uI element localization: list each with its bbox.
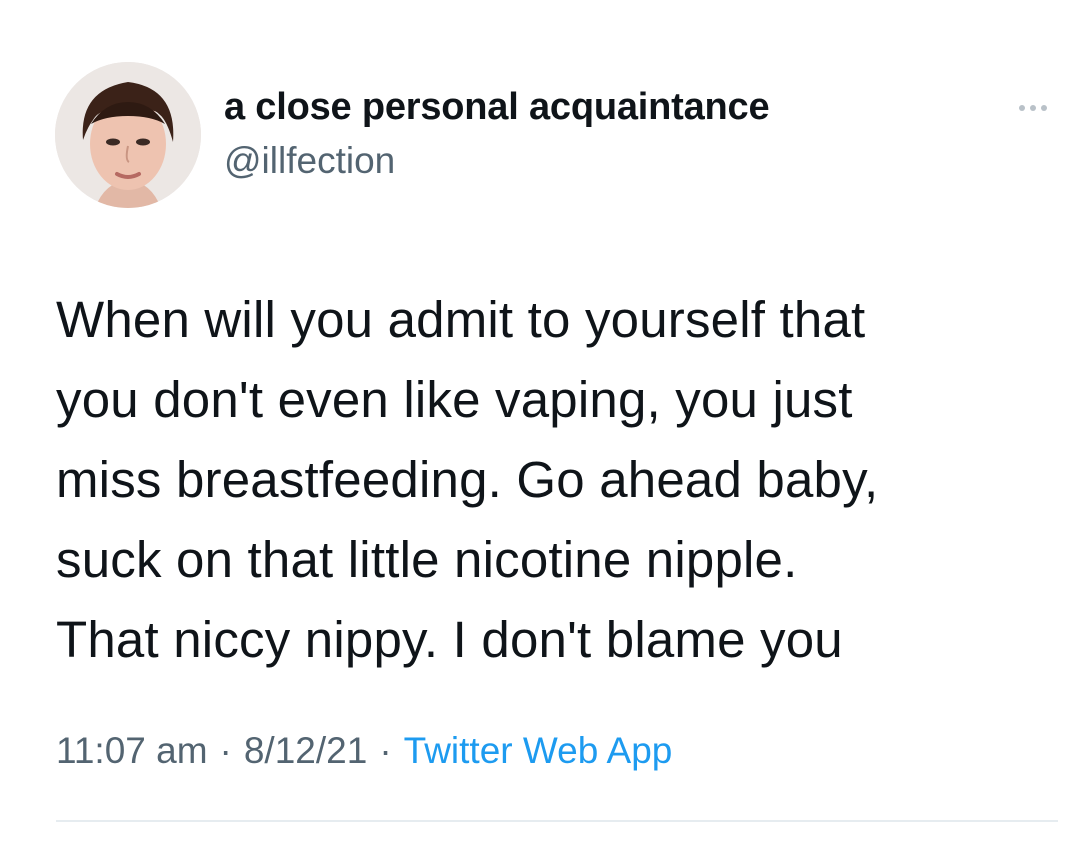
- avatar-image: [55, 62, 201, 208]
- tweet-card: a close personal acquaintance @illfectio…: [0, 0, 1080, 853]
- avatar[interactable]: [55, 62, 201, 208]
- meta-separator: ·: [219, 730, 232, 771]
- display-name[interactable]: a close personal acquaintance: [224, 86, 770, 129]
- meta-separator: ·: [379, 730, 392, 771]
- more-dot: [1019, 105, 1025, 111]
- more-dot: [1030, 105, 1036, 111]
- tweet-source-link[interactable]: Twitter Web App: [404, 730, 673, 771]
- divider: [56, 820, 1058, 822]
- tweet-text-line: you don't even like vaping, you just: [56, 371, 853, 428]
- tweet-text-line: That niccy nippy. I don't blame you: [56, 611, 843, 668]
- tweet-time[interactable]: 11:07 am: [56, 730, 208, 771]
- more-dot: [1041, 105, 1047, 111]
- user-handle[interactable]: @illfection: [224, 140, 395, 182]
- tweet-text: When will you admit to yourself that you…: [56, 280, 1056, 680]
- more-options-icon[interactable]: [1008, 96, 1058, 120]
- tweet-date[interactable]: 8/12/21: [244, 730, 367, 771]
- tweet-meta: 11:07 am · 8/12/21 · Twitter Web App: [56, 730, 672, 772]
- tweet-text-line: suck on that little nicotine nipple.: [56, 531, 798, 588]
- tweet-text-line: When will you admit to yourself that: [56, 291, 866, 348]
- tweet-text-line: miss breastfeeding. Go ahead baby,: [56, 451, 879, 508]
